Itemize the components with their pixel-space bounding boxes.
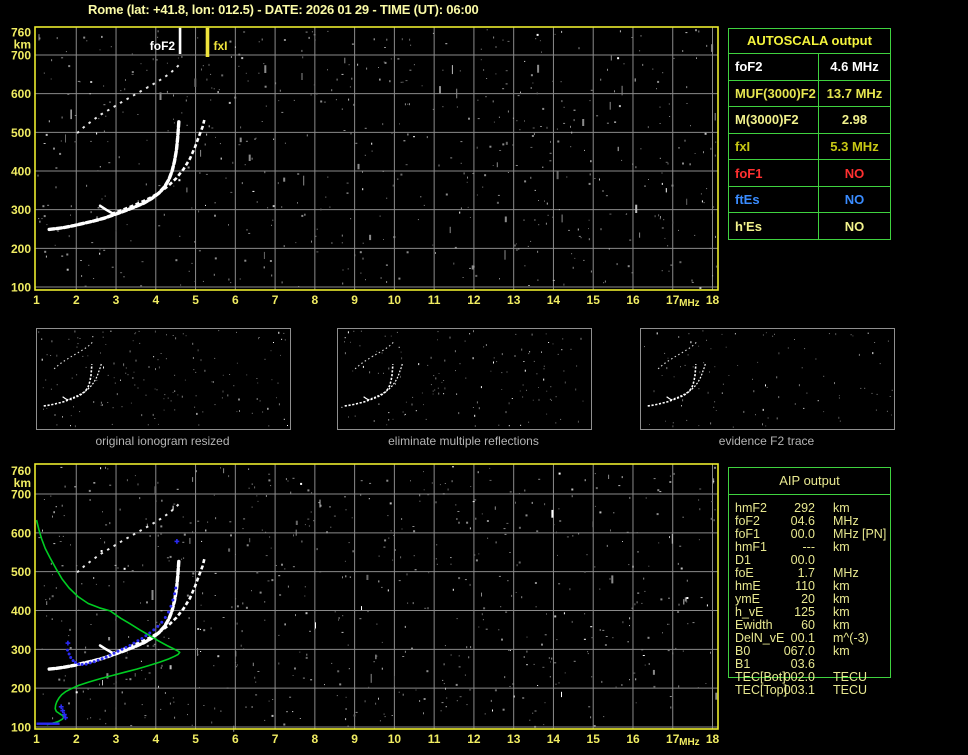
param-value: NO (819, 187, 890, 213)
autoscala-row-foF2: foF2 4.6 MHz (729, 53, 890, 80)
param-value: 4.6 MHz (819, 54, 890, 80)
svg-text:300: 300 (11, 203, 31, 217)
autoscala-row-MUF3000F2: MUF(3000)F2 13.7 MHz (729, 80, 890, 107)
svg-text:100: 100 (11, 721, 31, 735)
param-label: foF2 (729, 54, 819, 80)
autoscala-row-foF1: foF1 NO (729, 159, 890, 186)
svg-text:400: 400 (11, 165, 31, 179)
svg-text:fxI: fxI (214, 39, 228, 53)
svg-text:5: 5 (192, 732, 199, 746)
svg-text:500: 500 (11, 565, 31, 579)
svg-text:16: 16 (626, 732, 640, 746)
svg-text:6: 6 (232, 732, 239, 746)
autoscala-row-hEs: h'Es NO (729, 212, 890, 239)
svg-text:14: 14 (547, 732, 561, 746)
svg-text:3: 3 (113, 732, 120, 746)
svg-text:200: 200 (11, 682, 31, 696)
svg-text:7: 7 (272, 732, 279, 746)
svg-text:9: 9 (351, 732, 358, 746)
autoscala-row-M3000F2: M(3000)F2 2.98 (729, 106, 890, 133)
svg-text:1: 1 (33, 732, 40, 746)
autoscala-output-panel: AUTOSCALA output foF2 4.6 MHz MUF(3000)F… (728, 28, 891, 240)
thumbnail-eliminate-reflections (337, 328, 592, 430)
svg-text:600: 600 (11, 526, 31, 540)
param-value: 13.7 MHz (819, 81, 890, 107)
svg-text:15: 15 (587, 293, 601, 307)
svg-text:600: 600 (11, 87, 31, 101)
autoscala-row-fxI: fxI 5.3 MHz (729, 133, 890, 160)
page-title: Rome (lat: +41.8, lon: 012.5) - DATE: 20… (88, 2, 479, 17)
svg-text:2: 2 (73, 293, 80, 307)
svg-text:13: 13 (507, 732, 521, 746)
svg-text:17: 17 (666, 732, 680, 746)
param-value: NO (819, 160, 890, 186)
svg-text:200: 200 (11, 242, 31, 256)
svg-text:1: 1 (33, 293, 40, 307)
param-label: M(3000)F2 (729, 107, 819, 133)
svg-text:11: 11 (428, 732, 441, 746)
svg-text:700: 700 (11, 488, 31, 502)
bottom-ionogram-chart: 760km70060050040030020010012345678910111… (0, 450, 735, 752)
aip-row-TECTop: TEC[Top]003.1TECU (729, 684, 890, 697)
svg-text:8: 8 (312, 732, 319, 746)
svg-text:500: 500 (11, 126, 31, 140)
svg-text:17: 17 (666, 293, 680, 307)
param-label: ftEs (729, 187, 819, 213)
param-label: h'Es (729, 213, 819, 239)
svg-text:4: 4 (152, 293, 159, 307)
svg-text:10: 10 (388, 293, 402, 307)
svg-text:5: 5 (192, 293, 199, 307)
thumbnail-caption-evidence: evidence F2 trace (640, 434, 893, 448)
svg-text:6: 6 (232, 293, 239, 307)
thumbnail-caption-original: original ionogram resized (36, 434, 289, 448)
svg-text:3: 3 (113, 293, 120, 307)
param-value: NO (819, 213, 890, 239)
svg-text:foF2: foF2 (150, 39, 176, 53)
param-value: 003.1 (767, 684, 815, 697)
svg-text:MHz: MHz (679, 298, 700, 309)
svg-text:14: 14 (547, 293, 561, 307)
param-label: MUF(3000)F2 (729, 81, 819, 107)
param-unit: km (833, 645, 850, 658)
thumbnail-caption-eliminate: eliminate multiple reflections (337, 434, 590, 448)
svg-text:2: 2 (73, 732, 80, 746)
svg-text:300: 300 (11, 643, 31, 657)
autoscala-row-ftEs: ftEs NO (729, 186, 890, 213)
svg-text:7: 7 (272, 293, 279, 307)
svg-text:8: 8 (312, 293, 319, 307)
param-label: fxI (729, 134, 819, 160)
svg-text:10: 10 (388, 732, 402, 746)
thumbnail-evidence-f2-trace (640, 328, 895, 430)
aip-output-panel: AIP output hmF2292kmfoF204.6MHzfoF100.0M… (728, 467, 891, 678)
svg-text:13: 13 (507, 293, 521, 307)
svg-text:12: 12 (467, 732, 481, 746)
svg-text:MHz: MHz (679, 737, 700, 748)
param-unit: km (833, 541, 850, 554)
autoscala-panel-title: AUTOSCALA output (729, 29, 890, 53)
param-value: 2.98 (819, 107, 890, 133)
thumbnail-original-ionogram (36, 328, 291, 430)
param-value: 5.3 MHz (819, 134, 890, 160)
svg-text:18: 18 (706, 293, 720, 307)
svg-text:11: 11 (428, 293, 441, 307)
svg-text:4: 4 (152, 732, 159, 746)
top-ionogram-chart: 760km70060050040030020010012345678910111… (0, 18, 735, 312)
svg-text:9: 9 (351, 293, 358, 307)
svg-text:15: 15 (587, 732, 601, 746)
svg-text:18: 18 (706, 732, 720, 746)
param-label: foF1 (729, 160, 819, 186)
param-unit: TECU (833, 684, 867, 697)
param-extra: [PN] (862, 528, 886, 541)
svg-text:12: 12 (467, 293, 481, 307)
svg-text:16: 16 (626, 293, 640, 307)
aip-panel-title: AIP output (729, 468, 890, 495)
svg-text:700: 700 (11, 49, 31, 63)
svg-text:400: 400 (11, 604, 31, 618)
svg-text:100: 100 (11, 281, 31, 295)
